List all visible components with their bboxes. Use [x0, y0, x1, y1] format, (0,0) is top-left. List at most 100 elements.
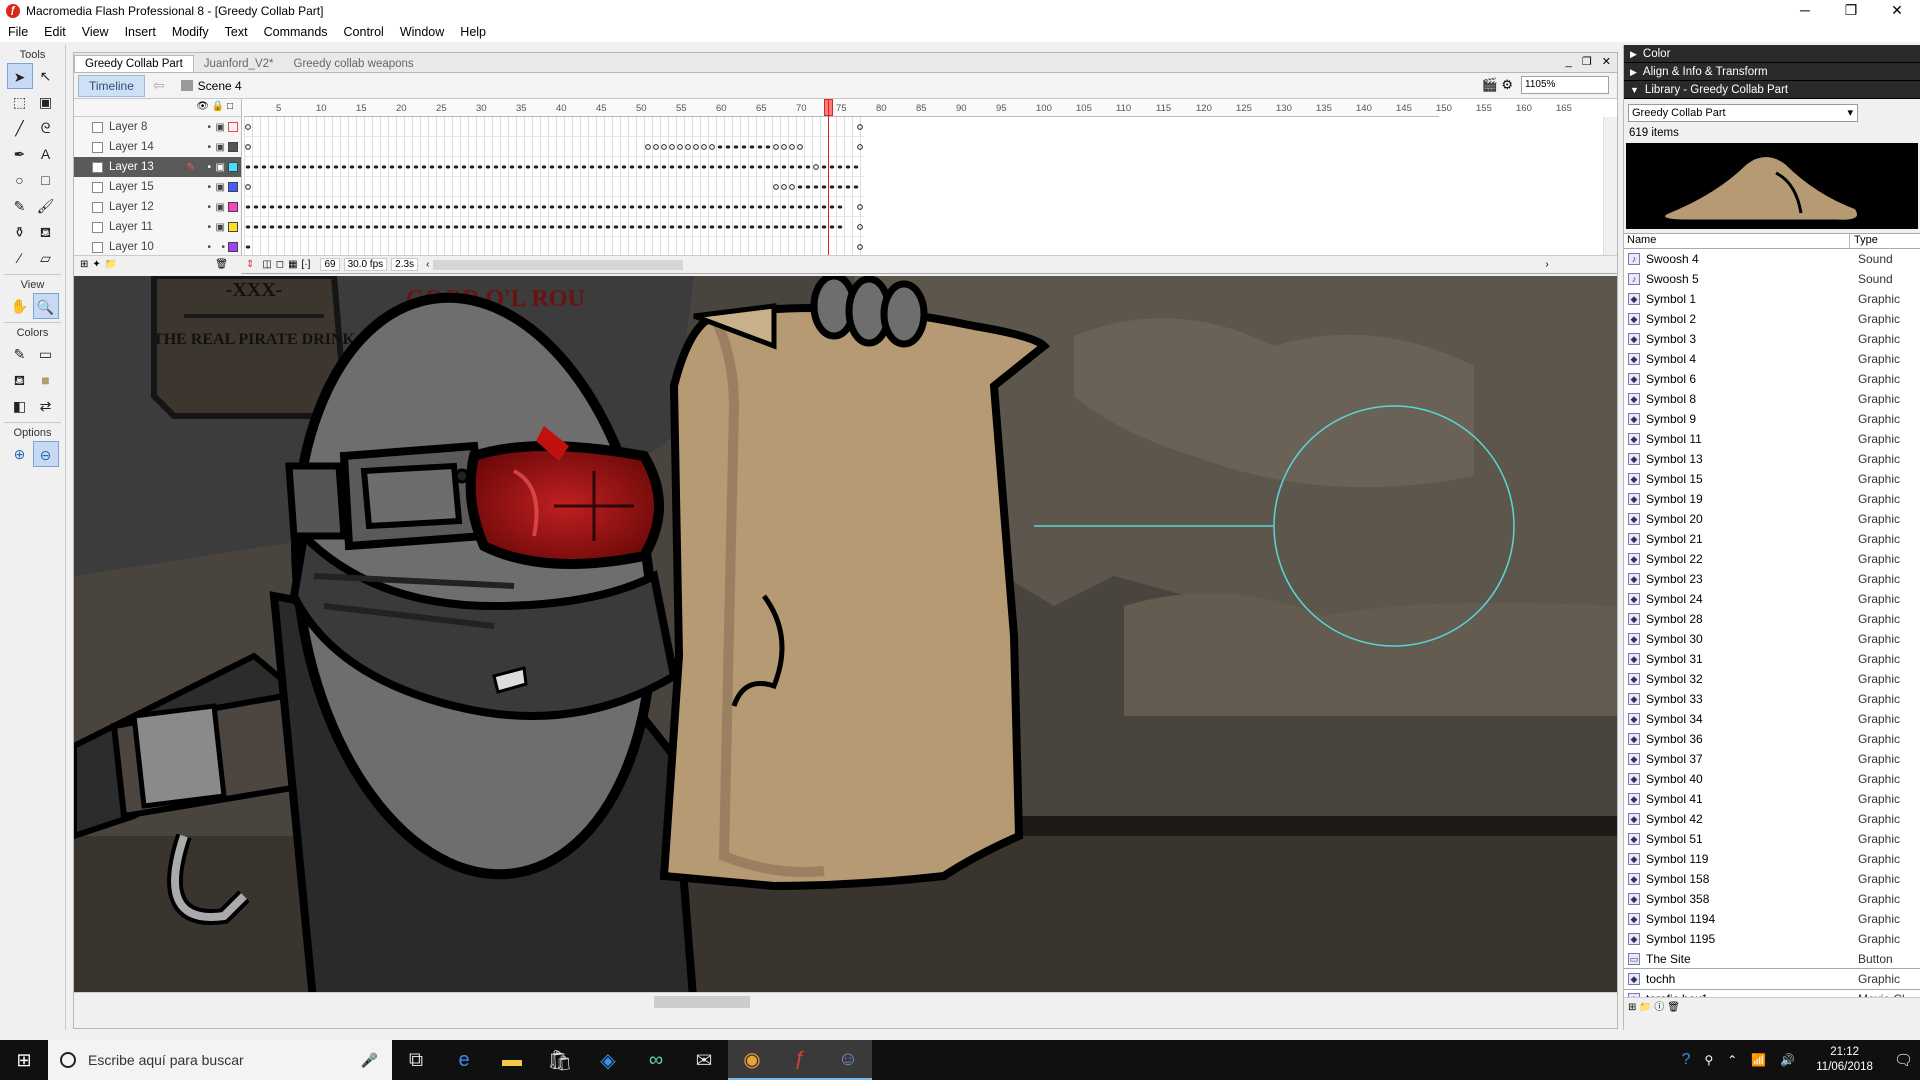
ink-bottle-icon[interactable]: ⚱ — [7, 219, 33, 245]
back-arrow-icon[interactable]: ⇦ — [153, 77, 165, 94]
infinity-icon[interactable]: ∞ — [632, 1040, 680, 1080]
add-layer-icon[interactable]: ⊞ — [80, 259, 88, 270]
color-panel-header[interactable]: ▶ Color — [1624, 45, 1920, 63]
mail-icon[interactable]: ✉ — [680, 1040, 728, 1080]
library-item[interactable]: ◆ Symbol 28 Graphic — [1624, 609, 1920, 629]
lock-icon[interactable]: ▣ — [216, 182, 225, 193]
menu-commands[interactable]: Commands — [256, 25, 336, 39]
lock-icon[interactable]: • — [221, 242, 225, 253]
stroke-swatch[interactable]: ▭ — [33, 341, 59, 367]
zoom-icon[interactable]: 🔍 — [32, 293, 59, 319]
col-name[interactable]: Name — [1624, 234, 1850, 248]
people-icon[interactable]: ⚲ — [1704, 1053, 1713, 1067]
menu-help[interactable]: Help — [452, 25, 494, 39]
library-item[interactable]: ◆ Symbol 19 Graphic — [1624, 489, 1920, 509]
library-item[interactable]: ◆ Symbol 4 Graphic — [1624, 349, 1920, 369]
scene-breadcrumb[interactable]: Scene 4 — [180, 79, 242, 93]
library-item[interactable]: ◆ torafic box1 Movie Cl — [1624, 989, 1920, 997]
add-guide-icon[interactable]: ✦ — [92, 259, 100, 270]
library-item[interactable]: ◆ Symbol 37 Graphic — [1624, 749, 1920, 769]
flash-icon[interactable]: ƒ — [776, 1040, 824, 1080]
search-box[interactable]: Escribe aquí para buscar 🎤 — [48, 1040, 392, 1080]
layer-row[interactable]: Layer 11 • ▣ — [74, 217, 241, 237]
network-icon[interactable]: 📶 — [1751, 1053, 1766, 1067]
windows-start-icon[interactable]: ⊞ — [0, 1050, 48, 1071]
library-item[interactable]: ▭ The Site Button — [1624, 949, 1920, 969]
layer-outline-color[interactable] — [228, 142, 238, 152]
layer-outline-color[interactable] — [228, 242, 238, 252]
library-item[interactable]: ◆ Symbol 30 Graphic — [1624, 629, 1920, 649]
stage[interactable]: -XXX- THE REAL PIRATE DRINK GOOD O'L ROU — [74, 276, 1617, 1010]
pen-icon[interactable]: ✒ — [7, 141, 33, 167]
lock-icon[interactable]: ▣ — [216, 202, 225, 213]
arrow-icon[interactable]: ➤ — [6, 63, 33, 89]
library-item[interactable]: ◆ Symbol 1194 Graphic — [1624, 909, 1920, 929]
menu-insert[interactable]: Insert — [117, 25, 164, 39]
library-item[interactable]: ◆ Symbol 32 Graphic — [1624, 669, 1920, 689]
layer-row-selected[interactable]: Layer 13 ✎ • ▣ — [74, 157, 241, 177]
gradient-transform-icon[interactable]: ▣ — [33, 89, 59, 115]
library-item[interactable]: ◆ Symbol 36 Graphic — [1624, 729, 1920, 749]
frame-rate[interactable]: 30.0 fps — [343, 258, 388, 271]
doc-restore-icon[interactable]: ❐ — [1582, 56, 1592, 68]
timeline-hscroll[interactable] — [433, 259, 684, 270]
eye-icon[interactable]: 👁 — [196, 101, 209, 112]
col-type[interactable]: Type — [1850, 234, 1878, 248]
layer-outline-color[interactable] — [228, 182, 238, 192]
add-folder-icon[interactable]: 📁 — [105, 259, 117, 270]
dropbox-icon[interactable]: ◈ — [584, 1040, 632, 1080]
tab-greedy-weapons[interactable]: Greedy collab weapons — [284, 56, 424, 72]
lock-icon[interactable]: 🔒 — [212, 101, 224, 112]
paint-bucket-icon[interactable]: ⛾ — [33, 219, 59, 245]
edge-icon[interactable]: e — [440, 1040, 488, 1080]
tray-expand-icon[interactable]: ⌃ — [1727, 1053, 1737, 1067]
library-item[interactable]: ◆ Symbol 9 Graphic — [1624, 409, 1920, 429]
line-icon[interactable]: ╱ — [7, 115, 33, 141]
frame-row[interactable] — [244, 197, 864, 217]
library-item[interactable]: ◆ Symbol 24 Graphic — [1624, 589, 1920, 609]
library-item[interactable]: ◆ Symbol 21 Graphic — [1624, 529, 1920, 549]
frame-row[interactable] — [244, 237, 864, 257]
library-item[interactable]: ◆ Symbol 1 Graphic — [1624, 289, 1920, 309]
layer-outline-color[interactable] — [228, 202, 238, 212]
library-item[interactable]: ◆ Symbol 1195 Graphic — [1624, 929, 1920, 949]
library-item[interactable]: ◆ Symbol 358 Graphic — [1624, 889, 1920, 909]
menu-modify[interactable]: Modify — [164, 25, 217, 39]
fill-swatch[interactable]: ■ — [33, 367, 59, 393]
free-transform-icon[interactable]: ⬚ — [7, 89, 33, 115]
library-item[interactable]: ◆ Symbol 158 Graphic — [1624, 869, 1920, 889]
zoom-out-icon[interactable]: ⊖ — [32, 441, 59, 467]
notifications-icon[interactable]: 🗨 — [1894, 1051, 1913, 1069]
maximize-button[interactable]: ❐ — [1828, 0, 1874, 22]
library-item[interactable]: ◆ Symbol 23 Graphic — [1624, 569, 1920, 589]
library-item[interactable]: ◆ tochh Graphic — [1624, 968, 1920, 990]
new-folder-icon[interactable]: 📁 — [1639, 1002, 1651, 1013]
library-item[interactable]: ◆ Symbol 8 Graphic — [1624, 389, 1920, 409]
library-item[interactable]: ◆ Symbol 41 Graphic — [1624, 789, 1920, 809]
zoom-in-icon[interactable]: ⊕ — [7, 441, 33, 467]
library-panel-header[interactable]: ▼ Library - Greedy Collab Part — [1624, 81, 1920, 99]
lock-icon[interactable]: ▣ — [216, 122, 225, 133]
lock-icon[interactable]: ▣ — [216, 222, 225, 233]
layer-outline-color[interactable] — [228, 162, 238, 172]
black-white-icon[interactable]: ◧ — [7, 393, 33, 419]
scroll-left-icon[interactable]: ‹ — [426, 259, 429, 270]
onion-skin-icon[interactable]: ◫ — [262, 259, 271, 270]
frame-row[interactable] — [244, 217, 864, 237]
scroll-right-icon[interactable]: › — [1545, 259, 1548, 270]
layer-row[interactable]: Layer 10 • • — [74, 237, 241, 257]
library-item[interactable]: ◆ Symbol 20 Graphic — [1624, 509, 1920, 529]
layer-row[interactable]: Layer 8 • ▣ — [74, 117, 241, 137]
properties-icon[interactable]: ⓘ — [1654, 1002, 1664, 1013]
library-item[interactable]: ◆ Symbol 40 Graphic — [1624, 769, 1920, 789]
outline-icon[interactable]: □ — [227, 101, 233, 112]
library-item[interactable]: ♪ Swoosh 4 Sound — [1624, 249, 1920, 269]
scroll-thumb[interactable] — [654, 996, 750, 1008]
center-frame-icon[interactable]: ⇕ — [246, 259, 254, 270]
volume-icon[interactable]: 🔊 — [1780, 1053, 1795, 1067]
library-item[interactable]: ◆ Symbol 6 Graphic — [1624, 369, 1920, 389]
layer-outline-color[interactable] — [228, 122, 238, 132]
subselect-icon[interactable]: ↖ — [33, 63, 59, 89]
help-icon[interactable]: ? — [1682, 1051, 1691, 1069]
library-item[interactable]: ◆ Symbol 51 Graphic — [1624, 829, 1920, 849]
